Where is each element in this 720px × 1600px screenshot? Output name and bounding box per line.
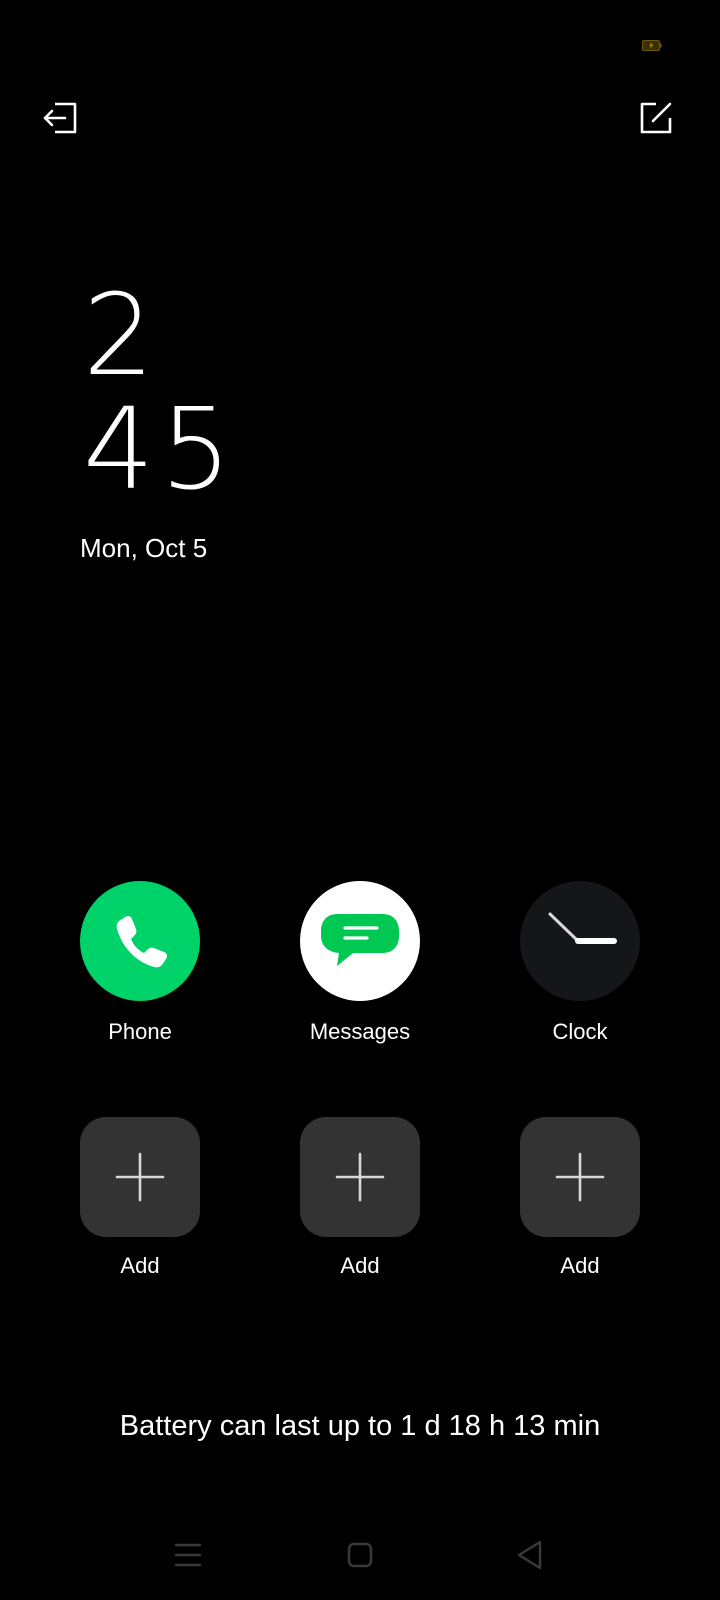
add-shortcut-button[interactable]: Add [280, 1117, 440, 1279]
add-label: Add [560, 1253, 600, 1278]
plus-icon [300, 1117, 420, 1237]
app-phone[interactable]: Phone [60, 881, 220, 1045]
plus-icon [520, 1117, 640, 1237]
app-label: Messages [309, 1019, 411, 1044]
phone-icon [80, 881, 200, 1001]
add-label: Add [120, 1253, 160, 1278]
app-label: Phone [108, 1019, 172, 1044]
app-clock[interactable]: Clock [500, 881, 660, 1045]
add-shortcut-button[interactable]: Add [60, 1117, 220, 1279]
exit-icon [41, 100, 81, 141]
clock-minute: 45 [83, 385, 238, 515]
menu-icon [174, 1542, 202, 1573]
messages-icon [300, 881, 420, 1001]
nav-back-button[interactable] [508, 1535, 552, 1579]
back-icon [516, 1540, 544, 1575]
battery-estimate-text: Battery can last up to 1 d 18 h 13 min [119, 1410, 601, 1442]
nav-recents-button[interactable] [166, 1535, 210, 1579]
date-label: Mon, Oct 5 [80, 533, 208, 563]
home-icon [347, 1542, 373, 1573]
edit-icon [638, 100, 674, 141]
clock-icon [520, 881, 640, 1001]
add-label: Add [340, 1253, 380, 1278]
nav-home-button[interactable] [338, 1535, 382, 1579]
battery-charging-icon [642, 38, 662, 51]
exit-button[interactable] [39, 98, 83, 142]
plus-icon [80, 1117, 200, 1237]
edit-button[interactable] [634, 98, 678, 142]
app-messages[interactable]: Messages [280, 881, 440, 1045]
app-label: Clock [552, 1019, 608, 1044]
add-shortcut-button[interactable]: Add [500, 1117, 660, 1279]
clock-hour: 2 [83, 271, 161, 401]
